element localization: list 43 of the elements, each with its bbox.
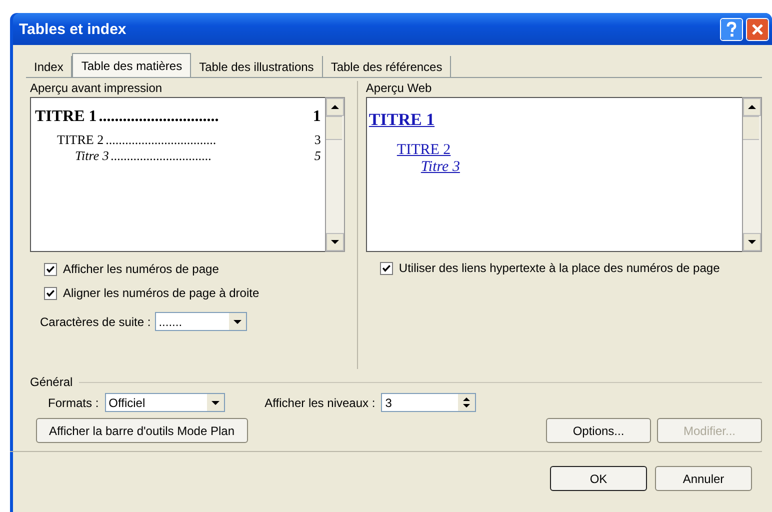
levels-spinbox[interactable]: 3	[381, 393, 476, 412]
page-number: 3	[314, 132, 321, 148]
scroll-down-icon[interactable]	[743, 233, 761, 251]
ok-button[interactable]: OK	[550, 466, 647, 491]
field-label: Caractères de suite :	[40, 314, 151, 328]
field-label: Formats :	[48, 396, 99, 410]
heading-text: Titre 3	[75, 148, 109, 164]
checkbox-label: Aligner les numéros de page à droite	[63, 286, 260, 300]
checkbox[interactable]	[380, 262, 393, 274]
dot-leader: ..............................	[98, 108, 220, 126]
heading-link[interactable]: Titre 3	[420, 159, 460, 176]
heading-text: TITRE 1	[35, 108, 97, 126]
window-title: Tables et index	[19, 20, 128, 38]
checkbox[interactable]	[44, 286, 57, 300]
page-number: 5	[314, 148, 321, 164]
tab[interactable]: Table des matières	[72, 53, 192, 77]
group-label: Général	[30, 375, 73, 389]
dot-leader: ...............................	[110, 148, 213, 164]
page-number: 1	[312, 108, 321, 126]
scroll-down-icon[interactable]	[326, 233, 344, 251]
leader-dropdown[interactable]: .......	[154, 312, 247, 331]
options-button[interactable]: Options...	[546, 418, 651, 443]
scrollbar[interactable]	[324, 97, 345, 252]
cancel-button[interactable]: Annuler	[655, 466, 752, 491]
checkbox-label: Utiliser des liens hypertexte à la place des numéros de page	[398, 261, 720, 275]
checkbox-label: Afficher les numéros de page	[63, 262, 219, 276]
field-label: Afficher les niveaux :	[264, 396, 376, 410]
heading-text: TITRE 2	[57, 132, 104, 148]
scroll-up-icon[interactable]	[743, 98, 761, 116]
scroll-thumb[interactable]	[326, 116, 342, 140]
scrollbar[interactable]	[742, 97, 762, 252]
formats-dropdown[interactable]: Officiel	[104, 393, 225, 412]
scroll-thumb[interactable]	[743, 116, 759, 140]
heading-link[interactable]: TITRE 1	[368, 110, 435, 130]
scroll-up-icon[interactable]	[326, 98, 344, 116]
help-icon[interactable]	[720, 18, 743, 40]
close-icon[interactable]	[746, 18, 769, 40]
checkbox[interactable]	[44, 262, 57, 276]
group-label: Aperçu avant impression	[30, 81, 164, 95]
group-label: Aperçu Web	[366, 81, 433, 95]
outline-toolbar-button[interactable]: Afficher la barre d'outils Mode Plan	[36, 418, 248, 443]
dot-leader: ..................................	[106, 132, 218, 148]
heading-link[interactable]: TITRE 2	[396, 142, 451, 159]
